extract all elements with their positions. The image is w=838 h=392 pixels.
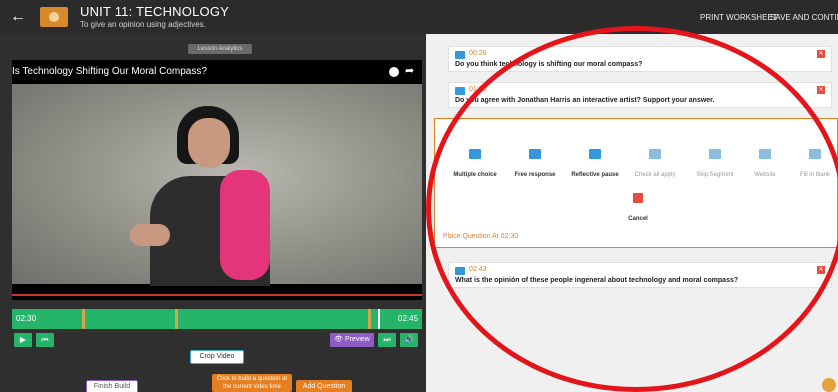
question-card[interactable]: 00:26 Do you think technology is shiftin… (448, 46, 832, 72)
unit-subtitle: To give an opinion using adjectives. (80, 20, 206, 29)
website-icon (759, 149, 771, 159)
question-time: 02:43 (469, 266, 487, 273)
question-marker[interactable] (82, 309, 85, 329)
question-marker[interactable] (175, 309, 178, 329)
video-frame (12, 84, 422, 286)
video-player[interactable]: Is Technology Shifting Our Moral Compass… (12, 60, 422, 300)
video-timeline[interactable]: 02:30 02:45 (12, 309, 422, 329)
multiple-choice-icon (469, 149, 481, 159)
finish-build-button[interactable]: Finish Build (86, 380, 138, 392)
delete-icon[interactable]: ✕ (817, 86, 825, 94)
speaker-face (188, 118, 230, 168)
option-check-all-apply[interactable]: Check all apply (625, 149, 685, 181)
progress-line (12, 294, 422, 296)
option-free-response[interactable]: Free response (505, 149, 565, 181)
question-type-icon (455, 267, 465, 275)
question-card[interactable]: 01:06 Do you agree with Jonathan Harris … (448, 82, 832, 108)
delete-icon[interactable]: ✕ (817, 266, 825, 274)
question-text: Do you agree with Jonathan Harris an int… (455, 97, 715, 104)
question-card[interactable]: 02:43 What is the opinión of these peopl… (448, 262, 832, 288)
reflective-pause-icon (589, 149, 601, 159)
fill-in-blank-icon (809, 149, 821, 159)
option-reflective-pause[interactable]: Reflective pause (565, 149, 625, 181)
preview-button[interactable]: 👁 Preview (330, 333, 374, 347)
arrow-left-icon[interactable]: ← (10, 8, 26, 26)
skip-back-button[interactable]: ⏮ (36, 333, 54, 347)
skip-segment-icon (709, 149, 721, 159)
speaker-scarf (220, 170, 270, 280)
questions-panel: 00:26 Do you think technology is shiftin… (426, 34, 838, 392)
question-type-icon (455, 51, 465, 59)
top-bar: ← UNIT 11: TECHNOLOGY To give an opinion… (0, 0, 838, 34)
crop-video-button[interactable]: Crop Video (190, 350, 244, 364)
skip-forward-button[interactable]: ⏭ (378, 333, 396, 347)
option-fill-in-blank[interactable]: Fill in blank (785, 149, 838, 181)
build-hint-tooltip: Click to build a question at the current… (212, 374, 292, 392)
question-time: 00:26 (469, 50, 487, 57)
help-fab-icon[interactable] (822, 378, 836, 392)
free-response-icon (529, 149, 541, 159)
close-icon (633, 193, 643, 203)
question-type-icon (455, 87, 465, 95)
question-text: What is the opinión of these people inge… (455, 277, 739, 284)
delete-icon[interactable]: ✕ (817, 50, 825, 58)
save-continue-button[interactable]: SAVE AND CONTINUE (770, 13, 838, 22)
video-editor-panel: Lesson Analytics Is Technology Shifting … (0, 34, 426, 392)
option-multiple-choice[interactable]: Multiple choice (445, 149, 505, 181)
question-time: 01:06 (469, 86, 487, 93)
play-button[interactable]: ▶ (14, 333, 32, 347)
volume-button[interactable]: 🔊 (400, 333, 418, 347)
print-worksheet-button[interactable]: PRINT WORKSHEET (700, 13, 778, 22)
lesson-analytics-button[interactable]: Lesson Analytics (188, 44, 252, 54)
place-question-text: Place Question At 02:30 (443, 233, 519, 240)
unit-thumbnail (40, 7, 68, 27)
clock-icon[interactable] (389, 67, 399, 77)
cancel-button[interactable]: Cancel (623, 193, 653, 225)
check-all-icon (649, 149, 661, 159)
question-marker[interactable] (368, 309, 371, 329)
question-text: Do you think technology is shifting our … (455, 61, 643, 68)
share-icon[interactable]: ➦ (405, 64, 414, 77)
playhead[interactable] (378, 309, 380, 329)
question-type-picker: Multiple choice Free response Reflective… (434, 118, 838, 248)
unit-title: UNIT 11: TECHNOLOGY (80, 4, 230, 19)
add-question-button[interactable]: Add Question (296, 380, 352, 392)
current-time: 02:30 (16, 314, 37, 323)
end-time: 02:45 (398, 314, 419, 323)
speaker-hand (130, 224, 170, 246)
video-title: Is Technology Shifting Our Moral Compass… (12, 66, 207, 77)
